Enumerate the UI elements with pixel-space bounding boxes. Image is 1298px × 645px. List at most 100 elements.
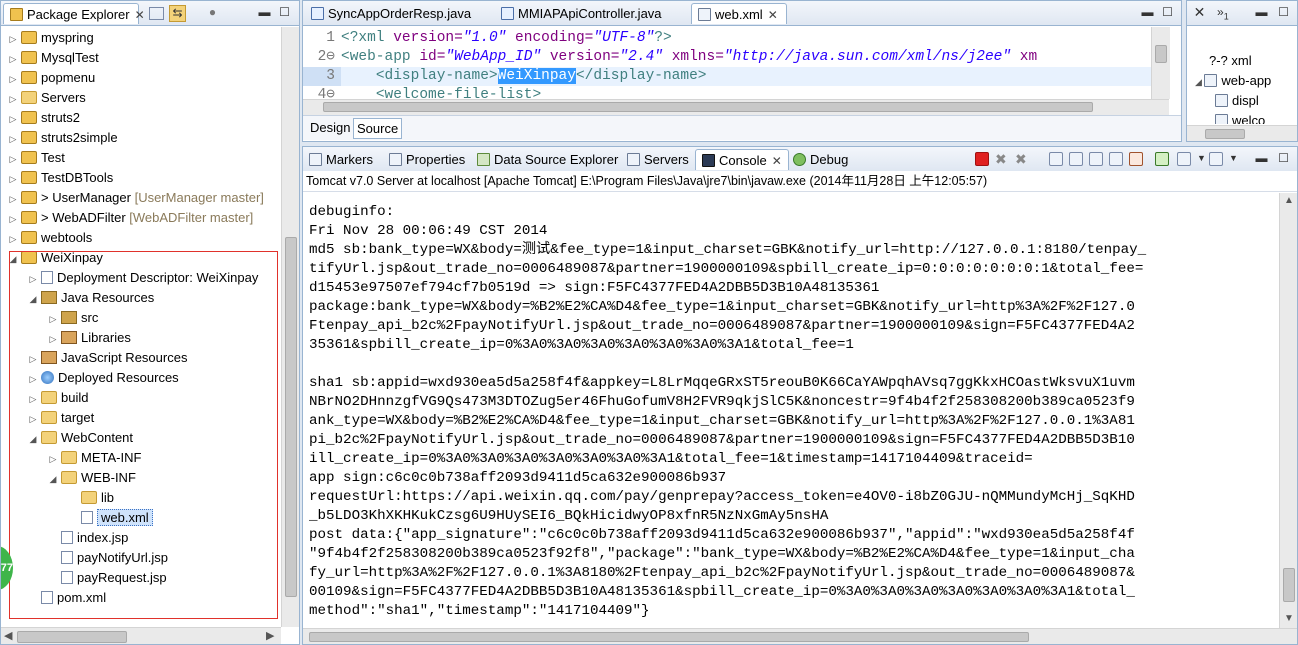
outline-item[interactable]: ◢ web-app <box>1195 73 1271 88</box>
pin-console-icon[interactable] <box>1155 152 1169 166</box>
tab-properties[interactable]: Properties <box>383 149 471 170</box>
open-console-icon[interactable] <box>1209 152 1223 166</box>
scroll-lock-icon[interactable] <box>1069 152 1083 166</box>
tab-markers[interactable]: Markers <box>303 149 379 170</box>
tab-console[interactable]: Console ✕ <box>695 149 789 170</box>
highlight-box <box>9 251 278 619</box>
scroll-down-icon[interactable]: ▼ <box>1284 613 1294 624</box>
explorer-vertical-scrollbar[interactable] <box>281 27 299 627</box>
editor-vscroll-thumb[interactable] <box>1155 45 1167 63</box>
remove-launch-icon[interactable]: ✖ <box>995 152 1009 166</box>
collapsed-arrow-icon[interactable]: ▷ <box>7 209 19 229</box>
display-selected-console-icon[interactable] <box>1177 152 1191 166</box>
line-number: 4⊖ <box>317 87 335 100</box>
console-vertical-scrollbar[interactable]: ▲ ▼ <box>1279 193 1297 628</box>
tree-item[interactable]: ▷ Test <box>7 148 65 168</box>
tab-source[interactable]: Source <box>353 118 403 139</box>
more-views-icon[interactable]: »1 <box>1217 5 1247 21</box>
console-line: Fri Nov 28 00:06:49 CST 2014 <box>309 223 548 239</box>
tree-item[interactable]: ▷ struts2simple <box>7 128 118 148</box>
minimize-icon[interactable]: ▬ <box>1253 5 1270 20</box>
outline-hscroll-thumb[interactable] <box>1205 129 1245 139</box>
editor-vertical-scrollbar[interactable] <box>1151 27 1170 99</box>
collapsed-arrow-icon[interactable]: ▷ <box>7 109 19 129</box>
show-on-output-icon[interactable] <box>1089 152 1103 166</box>
explorer-vscroll-thumb[interactable] <box>285 237 297 597</box>
remove-all-terminated-icon[interactable]: ✖ <box>1015 152 1029 166</box>
tree-item[interactable]: ▷ webtools <box>7 228 93 249</box>
outline-panel: ✕ »1 ▬ ☐ ?-? xml ◢ web-app displ welco <box>1186 0 1298 142</box>
tab-package-explorer[interactable]: Package Explorer ✕ <box>3 3 145 24</box>
tree-item[interactable]: ▷ MysqlTest <box>7 48 99 68</box>
maximize-icon[interactable]: ☐ <box>1275 151 1292 166</box>
collapsed-arrow-icon[interactable]: ▷ <box>7 189 19 209</box>
tree-item-label: struts2 <box>41 110 81 125</box>
collapsed-arrow-icon[interactable]: ▷ <box>7 89 19 109</box>
console-vscroll-thumb[interactable] <box>1283 568 1295 602</box>
scroll-right-icon[interactable]: ▶ <box>266 629 274 642</box>
tree-item-label: > WebADFilter <box>41 210 126 225</box>
collapsed-arrow-icon[interactable]: ▷ <box>7 69 19 89</box>
tree-item[interactable]: ▷ TestDBTools <box>7 168 114 189</box>
minimize-icon[interactable]: ▬ <box>1139 5 1156 20</box>
console-line: method":"sha1","timestamp":"1417104409"} <box>309 603 650 619</box>
code-area[interactable]: 1 <?xml version="1.0" encoding="UTF-8"?> … <box>303 27 1163 101</box>
tab-debug[interactable]: Debug <box>787 149 854 170</box>
chevron-down-icon[interactable]: ▼ <box>1193 151 1210 166</box>
collapsed-arrow-icon[interactable]: ▷ <box>7 29 19 49</box>
tab-web-xml[interactable]: web.xml ✕ <box>691 3 787 24</box>
tab-data-source-explorer[interactable]: Data Source Explorer <box>471 149 624 170</box>
collapsed-arrow-icon[interactable]: ▷ <box>7 149 19 169</box>
outline-item[interactable]: welco <box>1215 113 1265 124</box>
tree-item[interactable]: ▷ Servers <box>7 88 86 108</box>
close-icon[interactable]: ✕ <box>772 154 782 168</box>
tab-label: Markers <box>326 152 373 167</box>
line-number: 2⊖ <box>317 49 335 65</box>
word-wrap-icon[interactable] <box>1129 152 1143 166</box>
close-icon[interactable]: ✕ <box>768 8 778 22</box>
tab-mmiapapicontroller[interactable]: MMIAPApiController.java <box>495 3 689 24</box>
clear-console-icon[interactable] <box>1049 152 1063 166</box>
maximize-icon[interactable]: ☐ <box>1275 5 1292 20</box>
scroll-left-icon[interactable]: ◀ <box>4 629 12 642</box>
tree-item[interactable]: ▷ > WebADFilter [WebADFilter master] <box>7 208 254 229</box>
tree-item[interactable]: ▷ > UserManager [UserManager master] <box>7 188 264 208</box>
explorer-hscroll-thumb[interactable] <box>17 631 127 643</box>
selected-text[interactable]: WeiXinpay <box>497 68 576 84</box>
minimize-icon[interactable]: ▬ <box>256 5 273 20</box>
close-icon[interactable]: ✕ <box>1191 5 1208 20</box>
maximize-icon[interactable]: ☐ <box>1159 5 1176 20</box>
editor-horizontal-scrollbar[interactable] <box>303 99 1169 115</box>
console-output[interactable]: debuginfo: Fri Nov 28 00:06:49 CST 2014 md… <box>309 203 1279 626</box>
tab-servers[interactable]: Servers <box>621 149 695 170</box>
chevron-down-icon[interactable]: ▼ <box>1225 151 1242 166</box>
close-icon[interactable]: ✕ <box>135 8 145 22</box>
tab-design[interactable]: Design <box>307 118 353 137</box>
collapsed-arrow-icon[interactable]: ▷ <box>7 229 19 249</box>
outline-horizontal-scrollbar[interactable] <box>1187 125 1297 141</box>
element-icon <box>1215 94 1228 107</box>
explorer-horizontal-scrollbar[interactable]: ◀ ▶ <box>1 627 281 644</box>
collapse-all-icon[interactable] <box>149 7 164 20</box>
tree-item[interactable]: ▷ myspring <box>7 28 94 48</box>
console-line: "9f4b4f2f258308200b389ca0523f92f8","pack… <box>309 546 1135 562</box>
outline-item[interactable]: displ <box>1215 93 1259 108</box>
collapsed-arrow-icon[interactable]: ▷ <box>7 129 19 149</box>
collapsed-arrow-icon[interactable]: ▷ <box>7 49 19 69</box>
tab-syncapporderresp[interactable]: SyncAppOrderResp.java <box>305 3 493 24</box>
link-with-editor-icon[interactable]: ⇆ <box>169 5 186 22</box>
expand-arrow-icon[interactable]: ◢ <box>1195 77 1204 87</box>
console-horizontal-scrollbar[interactable] <box>303 628 1297 644</box>
collapsed-arrow-icon[interactable]: ▷ <box>7 169 19 189</box>
terminate-icon[interactable] <box>975 152 989 166</box>
maximize-icon[interactable]: ☐ <box>276 5 293 20</box>
console-hscroll-thumb[interactable] <box>309 632 1029 642</box>
minimize-icon[interactable]: ▬ <box>1253 151 1270 166</box>
scroll-up-icon[interactable]: ▲ <box>1284 195 1294 206</box>
show-on-error-icon[interactable] <box>1109 152 1123 166</box>
tree-item[interactable]: ▷ popmenu <box>7 68 96 89</box>
tree-item[interactable]: ▷ struts2 <box>7 108 80 128</box>
editor-hscroll-thumb[interactable] <box>323 102 1093 112</box>
outline-item[interactable]: ?-? xml <box>1209 53 1252 68</box>
view-menu-icon[interactable]: ● <box>204 5 221 20</box>
